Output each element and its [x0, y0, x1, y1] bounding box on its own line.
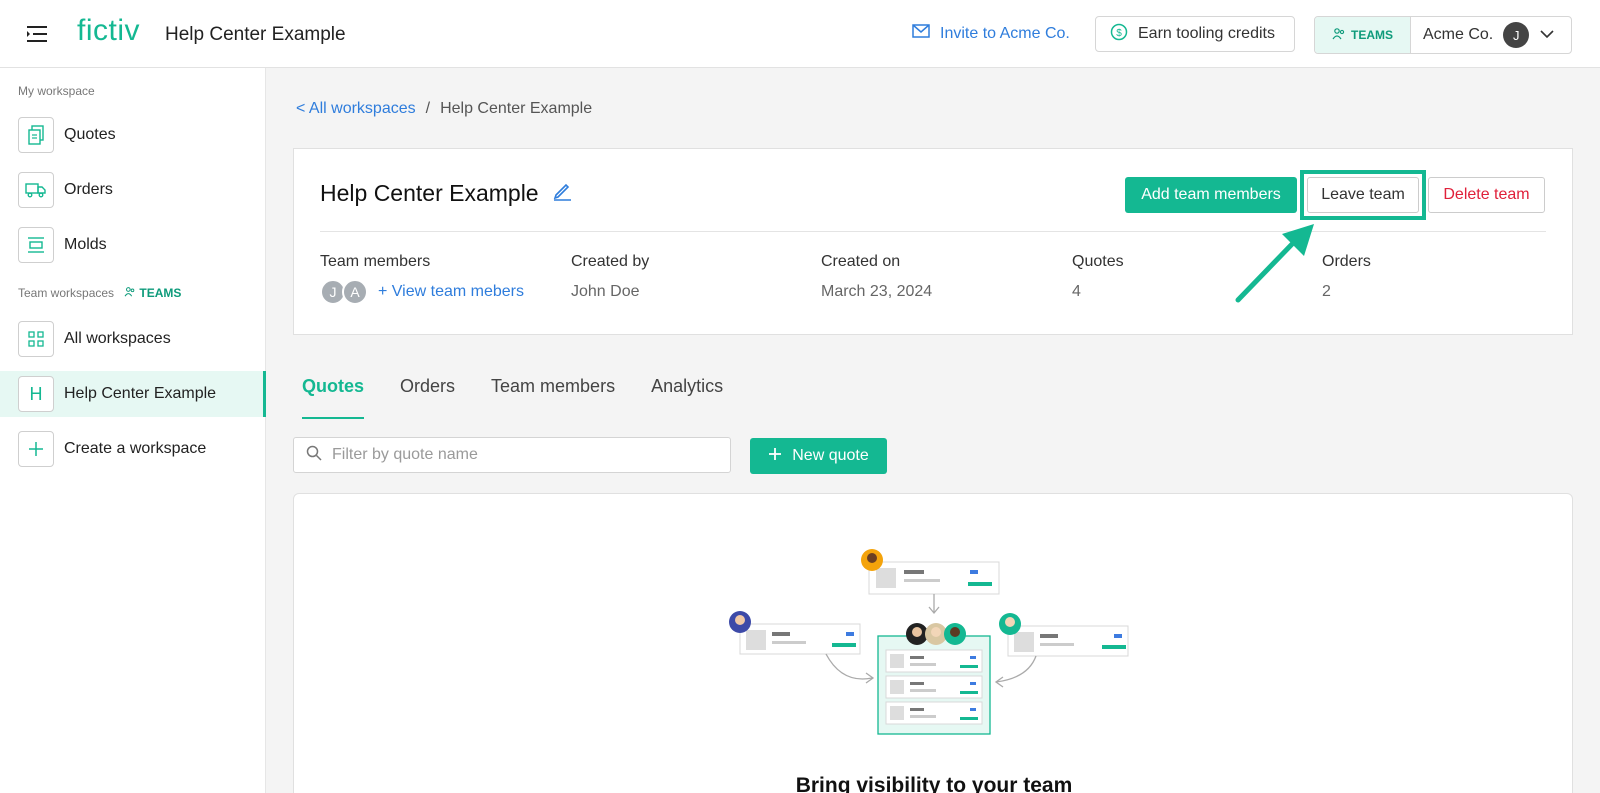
team-icon [124, 287, 135, 297]
annotation-arrow-icon [1235, 224, 1314, 303]
leave-team-button[interactable]: Leave team [1307, 177, 1419, 213]
quotes-count-value: 4 [1072, 283, 1081, 300]
tab-quotes[interactable]: Quotes [302, 372, 365, 419]
my-workspace-heading: My workspace [18, 84, 95, 98]
sidebar-item-label: Molds [64, 236, 107, 253]
menu-toggle-icon[interactable] [24, 20, 52, 48]
empty-state-panel: Bring visibility to your team [293, 493, 1573, 793]
meta-team-members: Team members J A + View team mebers [320, 253, 524, 305]
breadcrumb-back-link[interactable]: < All workspaces [296, 100, 416, 118]
account-switcher[interactable]: TEAMS Acme Co. J [1314, 16, 1572, 54]
team-workspaces-label: Team workspaces [18, 286, 115, 300]
top-header: fictiv Help Center Example Invite to Acm… [0, 0, 1600, 68]
earn-credits-label: Earn tooling credits [1138, 25, 1275, 42]
breadcrumb: < All workspaces / Help Center Example [296, 100, 592, 118]
created-on-value: March 23, 2024 [821, 283, 933, 300]
dollar-icon: $ [1110, 23, 1128, 46]
add-team-members-button[interactable]: Add team members [1125, 177, 1297, 213]
quotes-icon [18, 117, 54, 153]
meta-created-on: Created on March 23, 2024 [821, 253, 932, 301]
team-workspaces-heading: Team workspaces TEAMS [18, 286, 181, 300]
plus-icon [18, 431, 54, 467]
sidebar-item-orders[interactable]: Orders [0, 167, 266, 213]
delete-team-button[interactable]: Delete team [1428, 177, 1545, 213]
earn-credits-button[interactable]: $ Earn tooling credits [1095, 16, 1295, 52]
plus-icon [768, 447, 782, 466]
new-quote-button[interactable]: New quote [750, 438, 887, 474]
meta-created-by: Created by John Doe [571, 253, 649, 301]
team-title-text: Help Center Example [320, 179, 539, 206]
account-name-dropdown[interactable]: Acme Co. J [1411, 17, 1571, 53]
account-name: Acme Co. [1423, 26, 1494, 43]
created-by-label: Created by [571, 253, 650, 270]
chevron-down-icon [1539, 26, 1555, 44]
workspace-title: Help Center Example [165, 24, 346, 45]
sidebar: My workspace Quotes Orders Molds Team wo… [0, 68, 266, 793]
empty-state-heading: Bring visibility to your team [795, 774, 1073, 793]
teams-badge: TEAMS [124, 286, 181, 300]
team-title: Help Center Example [320, 179, 573, 207]
filter-quote-input[interactable] [332, 446, 712, 464]
breadcrumb-current: Help Center Example [440, 100, 593, 117]
team-collaboration-illustration [729, 549, 1129, 735]
avatar: A [342, 279, 368, 305]
fictiv-logo[interactable]: fictiv [77, 14, 140, 48]
edit-pencil-icon[interactable] [551, 179, 573, 207]
grid-icon [18, 321, 54, 357]
mail-icon [912, 24, 930, 43]
new-quote-label: New quote [792, 447, 869, 464]
content-tabs: Quotes Orders Team members Analytics [302, 372, 759, 419]
orders-count-value: 2 [1322, 283, 1331, 300]
sidebar-item-help-center-example[interactable]: H Help Center Example [0, 371, 266, 417]
meta-quotes: Quotes 4 [1072, 253, 1124, 301]
svg-text:$: $ [1116, 28, 1122, 39]
invite-label: Invite to Acme Co. [940, 24, 1070, 42]
sidebar-item-all-workspaces[interactable]: All workspaces [0, 316, 266, 362]
tab-team-members[interactable]: Team members [491, 372, 615, 419]
teams-badge: TEAMS [1315, 17, 1411, 53]
sidebar-item-label: Orders [64, 181, 113, 198]
meta-orders: Orders 2 [1322, 253, 1371, 301]
team-members-label: Team members [320, 253, 431, 270]
sidebar-item-label: Create a workspace [64, 440, 207, 457]
breadcrumb-separator: / [425, 100, 431, 117]
mold-icon [18, 227, 54, 263]
card-divider [320, 231, 1546, 232]
tab-analytics[interactable]: Analytics [651, 372, 723, 419]
view-team-members-link[interactable]: + View team mebers [378, 283, 524, 301]
created-on-label: Created on [821, 253, 901, 270]
workspace-letter-icon: H [18, 376, 54, 412]
sidebar-item-label: All workspaces [64, 330, 171, 347]
sidebar-item-label: Quotes [64, 126, 116, 143]
created-by-value: John Doe [571, 283, 640, 300]
sidebar-item-create-workspace[interactable]: Create a workspace [0, 426, 266, 472]
sidebar-item-quotes[interactable]: Quotes [0, 112, 266, 158]
truck-icon [18, 172, 54, 208]
tab-orders[interactable]: Orders [400, 372, 455, 419]
invite-link[interactable]: Invite to Acme Co. [912, 24, 1070, 43]
search-icon [306, 445, 322, 466]
quotes-count-label: Quotes [1072, 253, 1124, 270]
member-avatars: J A + View team mebers [320, 279, 524, 305]
sidebar-item-label: Help Center Example [64, 385, 217, 402]
teams-badge-label: TEAMS [139, 286, 182, 300]
teams-badge-label: TEAMS [1351, 28, 1393, 42]
orders-count-label: Orders [1322, 253, 1371, 270]
team-icon [1332, 27, 1346, 43]
sidebar-item-molds[interactable]: Molds [0, 222, 266, 268]
user-avatar: J [1503, 22, 1530, 48]
filter-box [293, 437, 731, 473]
